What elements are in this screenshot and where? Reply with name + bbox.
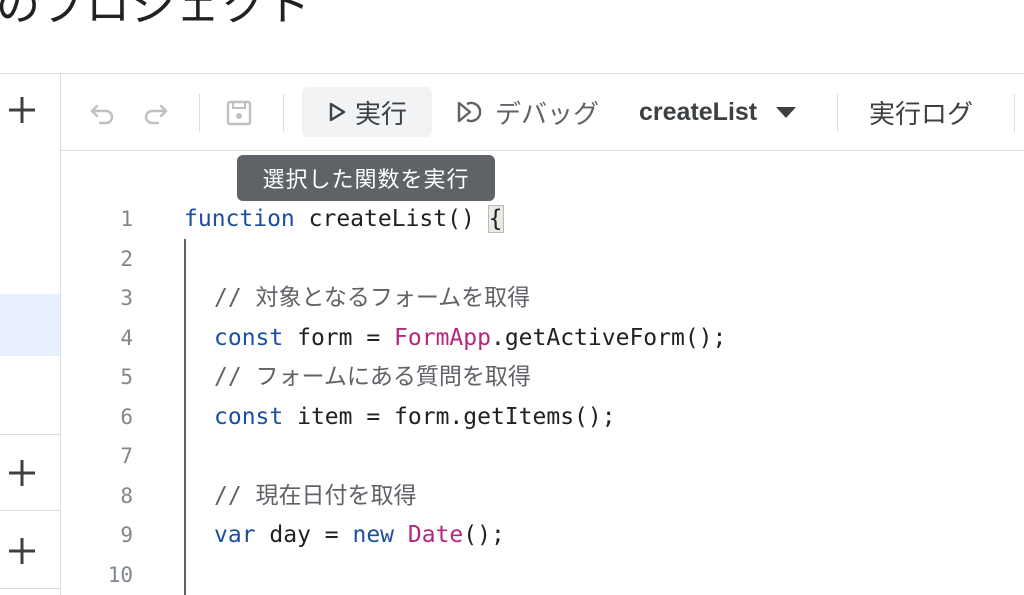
code-text: .getActiveForm(); xyxy=(490,325,727,351)
save-icon xyxy=(226,100,252,126)
matched-brace: { xyxy=(487,205,504,233)
undo-icon xyxy=(90,104,114,125)
rail-divider xyxy=(0,588,60,589)
debug-icon xyxy=(457,101,482,123)
sidebar-item-selected[interactable] xyxy=(0,294,60,356)
toolbar-divider xyxy=(837,94,838,132)
function-selector[interactable]: createList xyxy=(639,87,797,137)
code-keyword: const xyxy=(214,325,284,351)
debug-button[interactable]: デバッグ xyxy=(453,87,599,137)
code-class: FormApp xyxy=(394,325,491,351)
line-number: 5 xyxy=(120,365,133,389)
execution-log-button[interactable]: 実行ログ xyxy=(869,87,973,137)
code-line: var day = new Date(); xyxy=(214,515,505,555)
code-line: const item = form.getItems(); xyxy=(214,397,616,437)
code-text: item = form.getItems(); xyxy=(283,404,616,430)
code-text: day = xyxy=(255,522,353,548)
add-file-button[interactable] xyxy=(0,88,44,132)
line-number: 6 xyxy=(120,405,133,429)
function-selected-value: createList xyxy=(639,97,758,126)
line-number: 4 xyxy=(120,326,133,350)
execution-log-label: 実行ログ xyxy=(869,99,974,130)
code-line: // 対象となるフォームを取得 xyxy=(214,278,530,318)
code-class: Date xyxy=(407,522,464,548)
toolbar-divider xyxy=(283,94,284,132)
code-comment: // 対象となるフォームを取得 xyxy=(214,285,531,311)
code-line: // フォームにある質問を取得 xyxy=(214,357,531,397)
plus-icon xyxy=(9,538,35,564)
code-line: const form = FormApp.getActiveForm(); xyxy=(214,318,726,358)
code-text: form = xyxy=(283,325,395,351)
code-keyword: var xyxy=(214,522,256,548)
redo-icon xyxy=(144,104,168,125)
run-label: 実行 xyxy=(354,99,407,130)
line-number: 3 xyxy=(120,286,133,310)
line-number: 9 xyxy=(120,523,133,547)
editor-toolbar: 実行 デバッグ createList 実行ログ xyxy=(61,74,1024,151)
code-comment: // フォームにある質問を取得 xyxy=(214,364,531,390)
toolbar-divider xyxy=(199,94,200,132)
left-rail xyxy=(0,74,61,595)
code-keyword: function xyxy=(184,206,295,232)
indent-guide xyxy=(184,239,186,595)
undo-button[interactable] xyxy=(83,94,123,132)
plus-icon xyxy=(9,97,35,123)
add-service-button[interactable] xyxy=(0,529,44,573)
code-editor[interactable]: 1 2 3 4 5 6 7 8 9 10 function createList… xyxy=(61,151,1024,595)
code-comment: // 現在日付を取得 xyxy=(214,483,417,509)
code-line: function createList() { xyxy=(184,199,504,239)
add-library-button[interactable] xyxy=(0,451,44,495)
debug-label: デバッグ xyxy=(495,99,600,130)
line-number: 2 xyxy=(120,247,133,271)
line-number: 1 xyxy=(120,207,133,231)
redo-button[interactable] xyxy=(135,94,175,132)
line-number: 10 xyxy=(107,563,133,587)
run-button[interactable]: 実行 xyxy=(302,87,432,137)
save-button[interactable] xyxy=(219,94,259,132)
rail-divider xyxy=(0,510,60,511)
code-text: createList() xyxy=(294,206,489,232)
line-number: 8 xyxy=(120,484,133,508)
rail-divider xyxy=(0,434,60,435)
run-tooltip: 選択した関数を実行 xyxy=(237,155,495,201)
code-text: (); xyxy=(463,522,505,548)
apps-script-editor: のプロジェクト 実行 デバッグ createList 実行ログ 1 2 3 4 … xyxy=(0,0,1024,595)
line-number: 7 xyxy=(120,444,133,468)
caret-down-icon xyxy=(776,107,797,118)
project-title[interactable]: のプロジェクト xyxy=(0,0,311,36)
plus-icon xyxy=(9,460,35,486)
code-keyword: new xyxy=(352,522,395,548)
code-keyword: const xyxy=(214,404,284,430)
play-icon xyxy=(329,102,346,122)
toolbar-divider xyxy=(1014,94,1015,132)
code-line: // 現在日付を取得 xyxy=(214,476,417,516)
